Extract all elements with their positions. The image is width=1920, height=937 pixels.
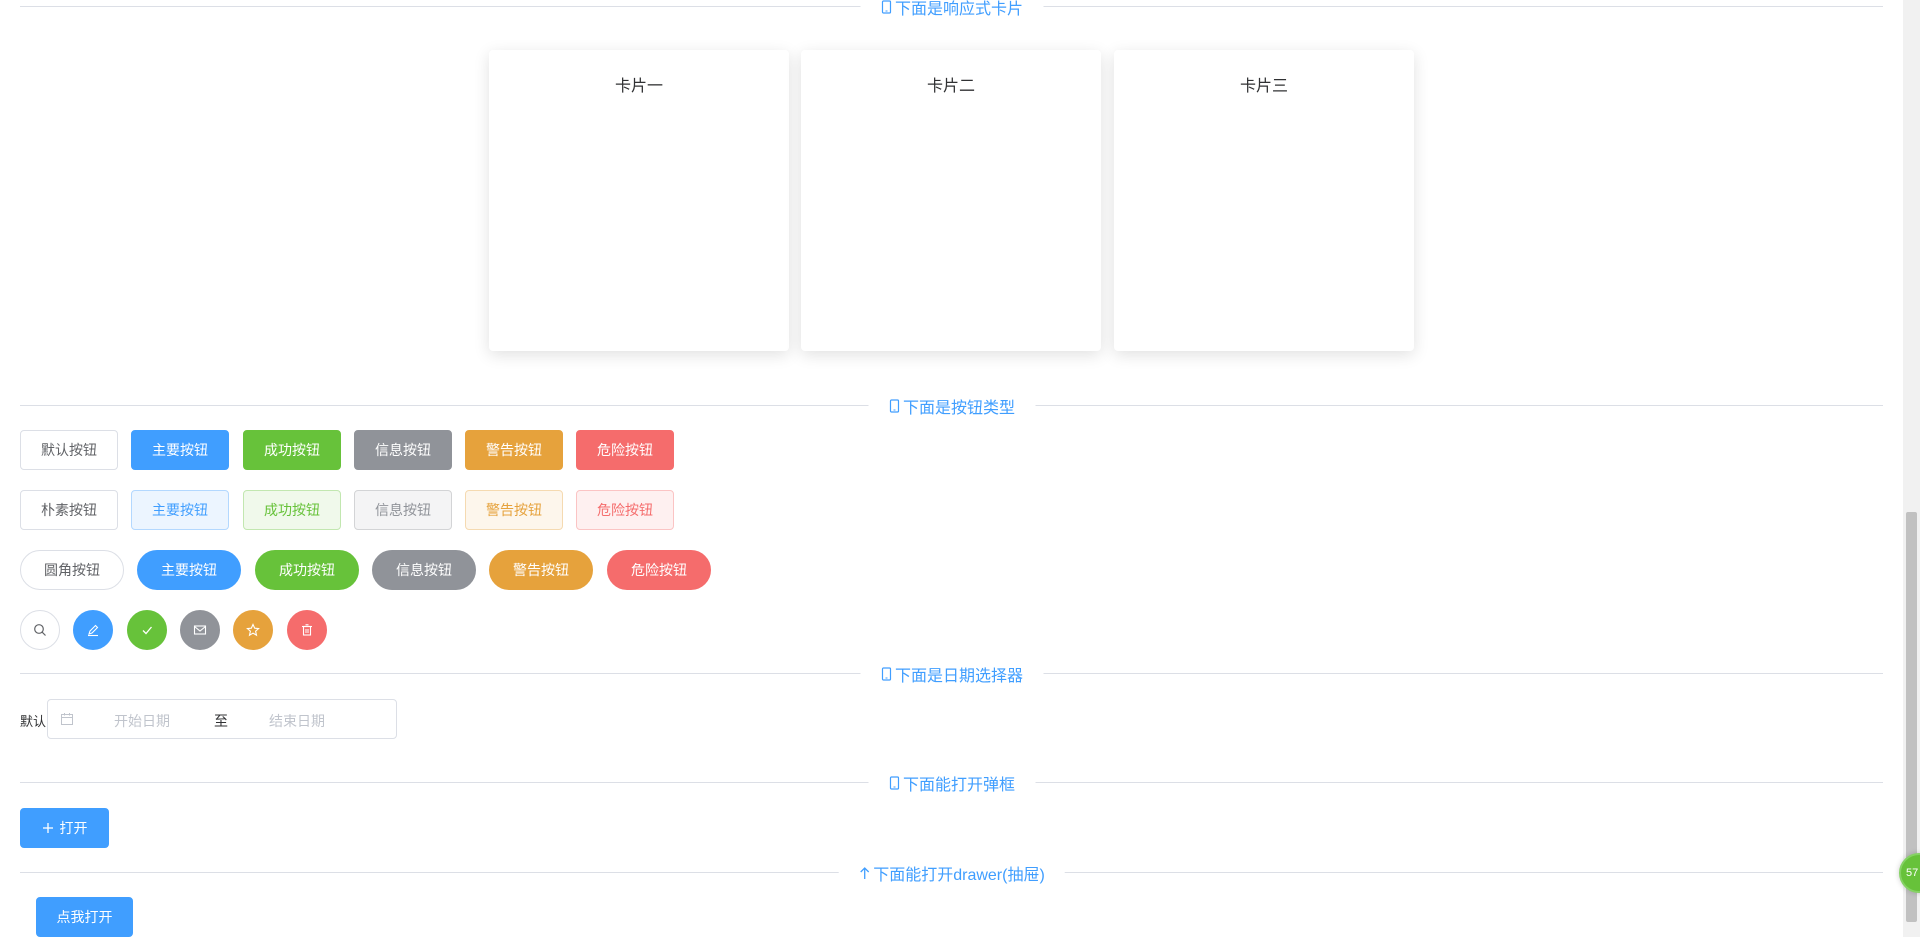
plain-default-button[interactable]: 朴素按钮 (20, 490, 118, 530)
danger-button[interactable]: 危险按钮 (576, 430, 674, 470)
circle-edit-button[interactable] (73, 610, 113, 650)
divider-date-text: 下面是日期选择器 (894, 667, 1024, 685)
end-date-input[interactable]: 结束日期 (269, 711, 325, 731)
arrow-up-icon (859, 866, 869, 879)
default-button[interactable]: 默认按钮 (20, 430, 118, 470)
mobile-icon (881, 0, 891, 14)
circle-search-button[interactable] (20, 610, 60, 650)
mail-icon (193, 625, 207, 635)
plain-primary-button[interactable]: 主要按钮 (131, 490, 229, 530)
plain-danger-button[interactable]: 危险按钮 (576, 490, 674, 530)
open-dialog-button[interactable]: 打开 (20, 808, 109, 848)
circle-check-button[interactable] (127, 610, 167, 650)
plus-icon (42, 823, 53, 833)
round-info-button[interactable]: 信息按钮 (372, 550, 476, 590)
circle-star-button[interactable] (233, 610, 273, 650)
date-range-picker[interactable]: 开始日期 至 结束日期 (47, 699, 397, 739)
round-primary-button[interactable]: 主要按钮 (137, 550, 241, 590)
success-button[interactable]: 成功按钮 (243, 430, 341, 470)
start-date-input[interactable]: 开始日期 (114, 711, 170, 731)
divider-date: 下面是日期选择器 (20, 661, 1883, 686)
divider-buttons-text: 下面是按钮类型 (902, 399, 1016, 417)
divider-cards: 下面是响应式卡片 (20, 0, 1883, 19)
divider-dialog-text: 下面能打开弹框 (902, 776, 1016, 794)
card-1: 卡片一 (489, 50, 789, 351)
vertical-scrollbar[interactable] (1903, 0, 1920, 937)
round-warning-button[interactable]: 警告按钮 (489, 550, 593, 590)
card-title: 卡片二 (926, 78, 975, 95)
divider-buttons: 下面是按钮类型 (20, 393, 1883, 418)
plain-success-button[interactable]: 成功按钮 (243, 490, 341, 530)
search-icon (34, 624, 46, 636)
info-button[interactable]: 信息按钮 (354, 430, 452, 470)
open-drawer-button[interactable]: 点我打开 (36, 897, 133, 937)
date-separator: 至 (214, 713, 228, 729)
star-icon (246, 623, 260, 637)
divider-drawer: 下面能打开drawer(抽屉) (20, 860, 1883, 885)
card-title: 卡片一 (614, 78, 663, 95)
plain-warning-button[interactable]: 警告按钮 (465, 490, 563, 530)
primary-button[interactable]: 主要按钮 (131, 430, 229, 470)
mobile-icon (889, 398, 899, 413)
round-success-button[interactable]: 成功按钮 (255, 550, 359, 590)
delete-icon (302, 624, 312, 636)
edit-icon (88, 624, 99, 637)
round-danger-button[interactable]: 危险按钮 (607, 550, 711, 590)
circle-delete-button[interactable] (287, 610, 327, 650)
warning-button[interactable]: 警告按钮 (465, 430, 563, 470)
card-title: 卡片三 (1239, 78, 1288, 95)
open-dialog-label: 打开 (59, 820, 88, 836)
card-3: 卡片三 (1114, 50, 1414, 351)
divider-drawer-text: 下面能打开drawer(抽屉) (873, 866, 1045, 884)
divider-dialog: 下面能打开弹框 (20, 770, 1883, 795)
date-picker-label: 默认 (20, 714, 47, 729)
plain-info-button[interactable]: 信息按钮 (354, 490, 452, 530)
floating-badge-text: 57 (1906, 867, 1919, 879)
round-default-button[interactable]: 圆角按钮 (20, 550, 124, 590)
mobile-icon (889, 775, 899, 790)
check-icon (142, 626, 152, 635)
card-2: 卡片二 (801, 50, 1101, 351)
divider-cards-text: 下面是响应式卡片 (894, 0, 1024, 18)
circle-mail-button[interactable] (180, 610, 220, 650)
mobile-icon (881, 666, 891, 681)
calendar-icon (61, 713, 73, 725)
